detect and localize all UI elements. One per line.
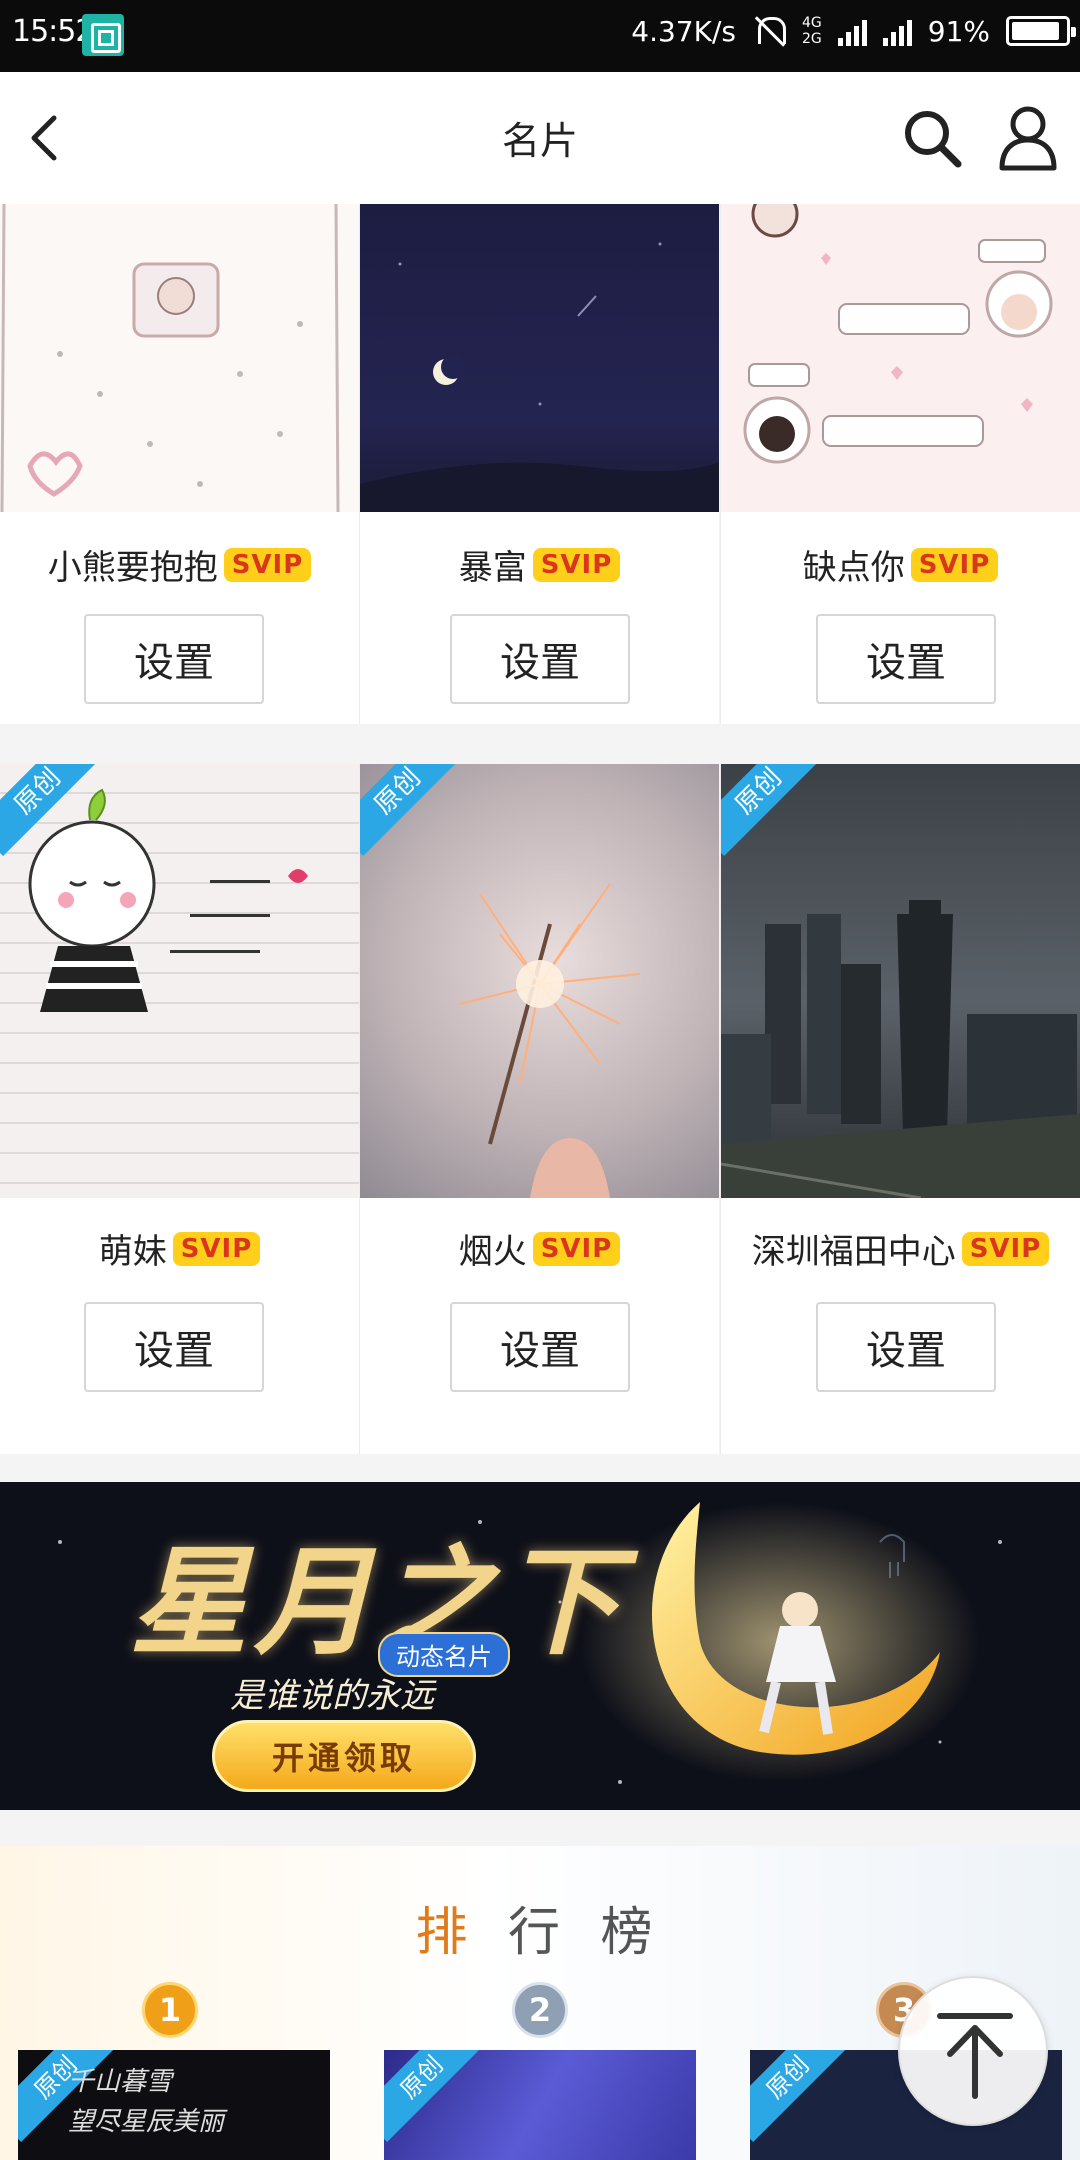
signal-type-bottom: 2G xyxy=(802,31,822,47)
ranking-card-text-line1: 千山暮雪 xyxy=(68,2067,173,2097)
set-button[interactable]: 设置 xyxy=(450,1302,630,1392)
card-name: 烟火 xyxy=(458,1232,527,1272)
card-art-chat xyxy=(743,204,1053,464)
rank-medal-silver: 2 xyxy=(512,1982,568,2038)
svip-badge: SVIP xyxy=(172,1231,261,1266)
svip-badge: SVIP xyxy=(961,1231,1050,1266)
card-name: 暴富 xyxy=(458,548,527,588)
signal-type-top: 4G xyxy=(802,15,822,31)
rank-medal-gold: 1 xyxy=(142,1982,198,2038)
card-thumbnail[interactable] xyxy=(360,204,719,512)
card-thumbnail[interactable]: 原创 xyxy=(0,764,359,1198)
ranking-title-accent: 排 xyxy=(415,1903,480,1963)
card-item[interactable]: 原创 深圳福田中心 SVIP 设置 xyxy=(721,764,1080,1454)
card-name: 萌妹 xyxy=(98,1232,167,1272)
ranking-card-text-line2: 望尽星辰美丽 xyxy=(68,2107,225,2137)
battery-icon xyxy=(1006,16,1076,46)
card-item[interactable]: 小熊要抱抱 SVIP 设置 xyxy=(0,204,359,724)
search-icon[interactable] xyxy=(900,106,964,170)
status-right: 4.37K/s 4G 2G 91% xyxy=(631,14,1076,48)
svip-badge: SVIP xyxy=(532,547,621,582)
ranking-title-rest: 行 榜 xyxy=(508,1903,665,1963)
arrow-up-icon xyxy=(937,2013,1013,2099)
activate-claim-button[interactable]: 开通领取 xyxy=(212,1720,476,1792)
screenshot-icon xyxy=(82,14,124,56)
card-thumbnail[interactable]: 原创 xyxy=(721,764,1080,1198)
signal-bars-icon-2 xyxy=(882,16,912,46)
card-name: 缺点你 xyxy=(802,548,905,588)
signal-type: 4G 2G xyxy=(802,15,822,47)
card-row: 原创 萌妹 SVIP 设置 原创 烟火 SVIP 设置 原创 深圳福田中心 SV… xyxy=(0,764,1080,1454)
ranking-item[interactable]: 原创 千山暮雪 望尽星辰美丽 xyxy=(18,2050,330,2160)
svip-badge: SVIP xyxy=(910,547,999,582)
app-header: 名片 xyxy=(0,72,1080,204)
set-button[interactable]: 设置 xyxy=(450,614,630,704)
battery-percent: 91% xyxy=(927,14,990,48)
set-button[interactable]: 设置 xyxy=(84,614,264,704)
set-button[interactable]: 设置 xyxy=(816,614,996,704)
card-thumbnail[interactable]: 原创 xyxy=(360,764,719,1198)
back-to-top-button[interactable] xyxy=(898,1976,1048,2126)
banner-slogan: 是谁说的永远 xyxy=(230,1676,434,1716)
card-title-row: 暴富 SVIP xyxy=(360,540,719,589)
card-thumbnail[interactable] xyxy=(721,204,1080,512)
card-name: 小熊要抱抱 xyxy=(47,548,218,588)
ranking-card-text: 千山暮雪 望尽星辰美丽 xyxy=(68,2062,224,2142)
card-title-row: 烟火 SVIP xyxy=(360,1224,719,1273)
card-item[interactable]: 暴富 SVIP 设置 xyxy=(360,204,719,724)
ranking-item[interactable]: 原创 xyxy=(384,2050,696,2160)
original-badge: 原创 xyxy=(750,2050,853,2142)
card-title-row: 深圳福田中心 SVIP xyxy=(721,1224,1080,1273)
card-item[interactable]: 原创 萌妹 SVIP 设置 xyxy=(0,764,359,1454)
card-art-moon xyxy=(360,242,719,512)
card-title-row: 小熊要抱抱 SVIP xyxy=(0,540,359,589)
card-art-city xyxy=(721,900,1080,1198)
bell-muted-icon xyxy=(752,14,786,48)
set-button[interactable]: 设置 xyxy=(84,1302,264,1392)
card-art-sparkler xyxy=(459,883,641,1198)
card-row: 小熊要抱抱 SVIP 设置 暴富 SVIP 设置 缺点你 SVIP 设置 xyxy=(0,204,1080,724)
svip-badge: SVIP xyxy=(532,1231,621,1266)
card-item[interactable]: 缺点你 SVIP 设置 xyxy=(721,204,1080,724)
set-button[interactable]: 设置 xyxy=(816,1302,996,1392)
svip-badge: SVIP xyxy=(223,547,312,582)
card-art-bear xyxy=(0,204,340,512)
card-art-girl xyxy=(28,788,308,1012)
card-item[interactable]: 原创 烟火 SVIP 设置 xyxy=(360,764,719,1454)
signal-bars-icon xyxy=(837,16,867,46)
card-thumbnail[interactable] xyxy=(0,204,359,512)
network-speed: 4.37K/s xyxy=(631,14,736,48)
card-title-row: 缺点你 SVIP xyxy=(721,540,1080,589)
status-bar: 15:52 4.37K/s 4G 2G 91% xyxy=(0,0,1080,72)
promo-banner[interactable]: 星月之下 动态名片 是谁说的永远 开通领取 xyxy=(0,1482,1080,1810)
card-title-row: 萌妹 SVIP xyxy=(0,1224,359,1273)
profile-icon[interactable] xyxy=(996,102,1060,172)
original-badge: 原创 xyxy=(384,2050,487,2142)
ranking-title: 排 行 榜 xyxy=(0,1890,1080,1965)
card-name: 深圳福田中心 xyxy=(751,1232,956,1272)
